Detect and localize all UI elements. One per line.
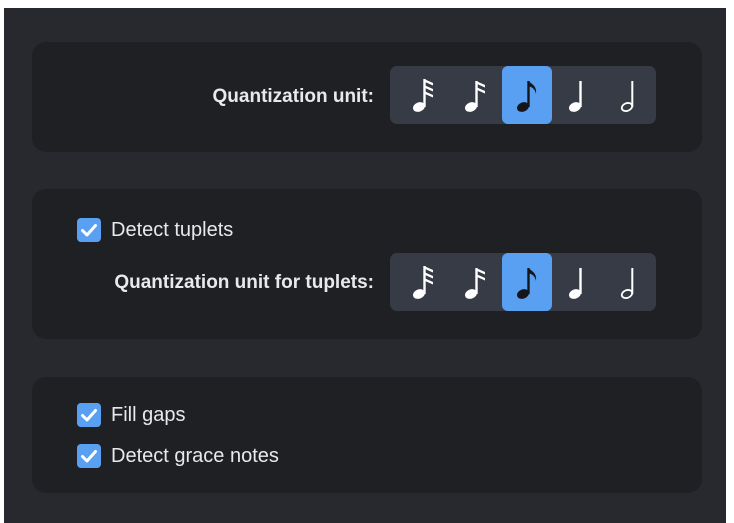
- sixteenth-note-icon: [463, 75, 487, 115]
- fill-gaps-checkbox-row[interactable]: Fill gaps: [77, 403, 185, 427]
- quantization-panel: Quantization unit:: [32, 42, 702, 152]
- fill-gaps-checkbox[interactable]: [77, 403, 101, 427]
- quantization-unit-option-half[interactable]: [606, 66, 656, 124]
- tuplets-unit-selector: [390, 253, 656, 311]
- checkmark-icon: [77, 403, 101, 427]
- detect-tuplets-label: Detect tuplets: [111, 218, 234, 241]
- tuplets-unit-option-half[interactable]: [606, 253, 656, 311]
- detect-tuplets-checkbox-row[interactable]: Detect tuplets: [77, 218, 233, 242]
- thirty-second-note-icon: [411, 262, 435, 302]
- half-note-icon: [619, 75, 643, 115]
- quantization-unit-selector: [390, 66, 656, 124]
- tuplets-unit-option-16th[interactable]: [450, 253, 500, 311]
- checkmark-icon: [77, 218, 101, 242]
- detect-tuplets-checkbox[interactable]: [77, 218, 101, 242]
- tuplets-unit-option-8th[interactable]: [502, 253, 552, 311]
- eighth-note-icon: [515, 262, 539, 302]
- tuplets-unit-option-quarter[interactable]: [554, 253, 604, 311]
- quantization-options-window: Quantization unit: Detect tuplets Quanti…: [4, 8, 726, 523]
- additional-options-panel: Fill gaps Detect grace notes: [32, 377, 702, 493]
- tuplets-unit-label: Quantization unit for tuplets:: [114, 272, 374, 293]
- sixteenth-note-icon: [463, 262, 487, 302]
- detect-grace-notes-checkbox-row[interactable]: Detect grace notes: [77, 444, 279, 468]
- detect-grace-notes-label: Detect grace notes: [111, 444, 279, 467]
- quantization-unit-option-16th[interactable]: [450, 66, 500, 124]
- quantization-unit-option-8th[interactable]: [502, 66, 552, 124]
- quantization-unit-label: Quantization unit:: [212, 86, 374, 107]
- quarter-note-icon: [567, 262, 591, 302]
- tuplets-unit-option-32nd[interactable]: [398, 253, 448, 311]
- fill-gaps-label: Fill gaps: [111, 403, 186, 426]
- eighth-note-icon: [515, 75, 539, 115]
- thirty-second-note-icon: [411, 75, 435, 115]
- quantization-unit-option-32nd[interactable]: [398, 66, 448, 124]
- quarter-note-icon: [567, 75, 591, 115]
- half-note-icon: [619, 262, 643, 302]
- tuplets-panel: Detect tuplets Quantization unit for tup…: [32, 189, 702, 339]
- checkmark-icon: [77, 444, 101, 468]
- detect-grace-notes-checkbox[interactable]: [77, 444, 101, 468]
- quantization-unit-option-quarter[interactable]: [554, 66, 604, 124]
